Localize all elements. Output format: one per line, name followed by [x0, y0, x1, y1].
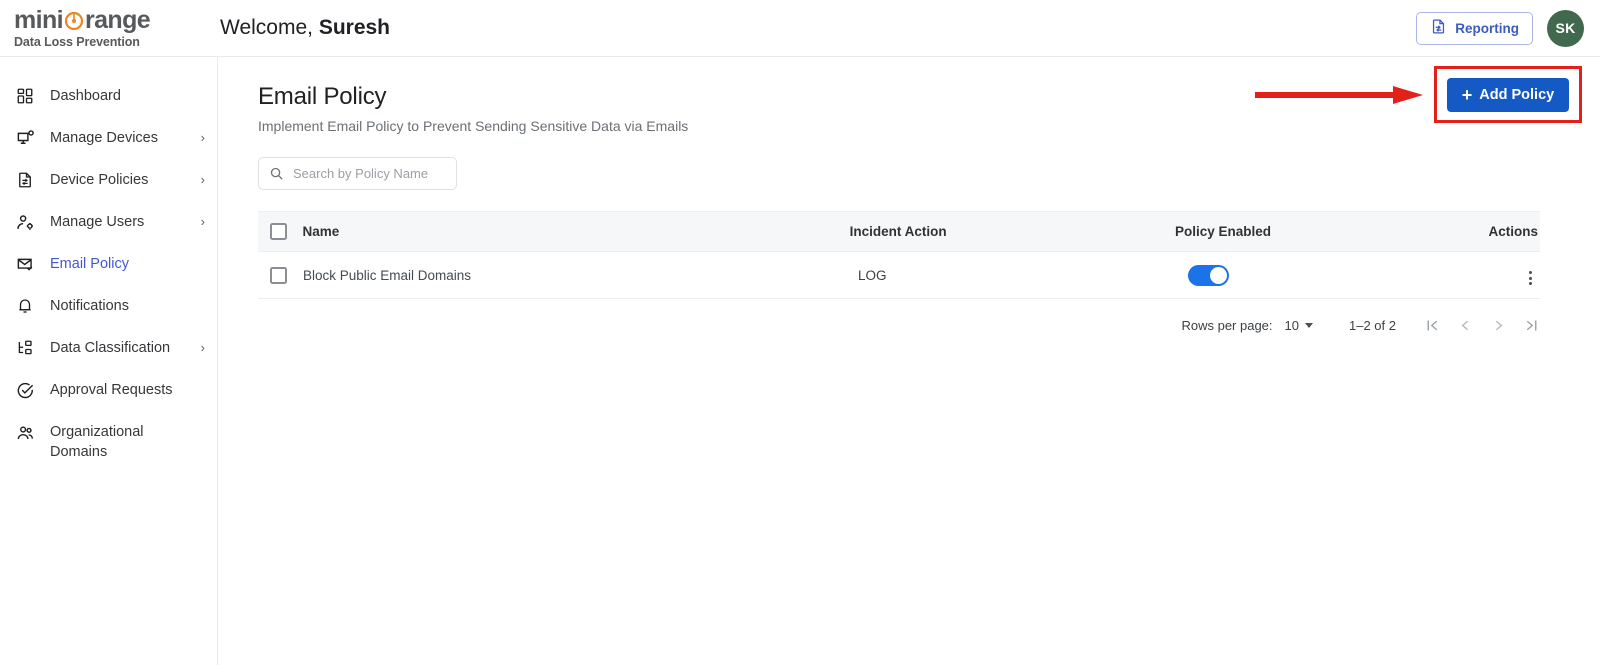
sidebar-item-label: Approval Requests	[50, 382, 173, 398]
monitor-device-icon	[14, 117, 36, 159]
column-header-name: Name	[302, 224, 340, 239]
sidebar-item-manage-devices[interactable]: Manage Devices ›	[0, 117, 217, 159]
first-page-icon[interactable]	[1424, 317, 1441, 334]
welcome-message: Welcome, Suresh	[220, 16, 390, 40]
table-row[interactable]: Block Public Email Domains LOG	[258, 252, 1540, 299]
avatar-initials: SK	[1555, 20, 1576, 36]
add-policy-label: Add Policy	[1479, 86, 1555, 103]
reporting-button[interactable]: Reporting	[1416, 11, 1533, 45]
envelope-check-icon	[14, 243, 36, 285]
policy-enabled-cell	[1188, 264, 1506, 286]
select-all-cell	[258, 223, 303, 240]
sidebar-item-label: Manage Devices	[50, 130, 158, 146]
brand-logo[interactable]: mini range Data Loss Prevention	[0, 0, 218, 57]
row-select-cell	[258, 266, 303, 284]
logo-word-pre: mini	[14, 5, 64, 34]
chevron-right-icon: ›	[200, 214, 205, 229]
policy-enabled-toggle[interactable]	[1188, 264, 1229, 286]
row-actions-cell	[1506, 261, 1540, 289]
document-policy-icon	[14, 159, 36, 201]
sidebar-item-label: Data Classification	[50, 340, 171, 356]
rows-per-page-select[interactable]: 10	[1285, 318, 1313, 333]
check-circle-icon	[14, 369, 36, 411]
table-header-row: Name Incident Action Policy Enabled Acti…	[258, 211, 1540, 252]
kebab-menu-icon[interactable]	[1523, 267, 1538, 289]
row-checkbox[interactable]	[270, 266, 287, 284]
column-header-actions: Actions	[1488, 224, 1539, 239]
next-page-icon[interactable]	[1490, 317, 1507, 334]
people-group-icon	[14, 411, 36, 455]
logo-subtitle: Data Loss Prevention	[14, 34, 140, 49]
column-header-policy-enabled: Policy Enabled	[1175, 224, 1272, 239]
sidebar-item-label: Manage Users	[50, 214, 145, 230]
sidebar-item-device-policies[interactable]: Device Policies ›	[0, 159, 217, 201]
bell-icon	[14, 285, 36, 327]
chevron-right-icon: ›	[200, 340, 205, 355]
sidebar-item-label: Email Policy	[50, 256, 129, 272]
report-document-icon	[1430, 18, 1447, 38]
sidebar-item-label: Notifications	[50, 298, 129, 314]
sidebar-item-approval-requests[interactable]: Approval Requests	[0, 369, 217, 411]
sidebar-item-notifications[interactable]: Notifications	[0, 285, 217, 327]
last-page-icon[interactable]	[1523, 317, 1540, 334]
chevron-right-icon: ›	[200, 172, 205, 187]
sidebar-item-manage-users[interactable]: Manage Users ›	[0, 201, 217, 243]
app-header: mini range Data Loss Prevention Welcome,…	[0, 0, 1600, 57]
annotation-highlight-box: + Add Policy	[1434, 66, 1582, 123]
search-box[interactable]	[258, 157, 469, 190]
pagination-range: 1–2 of 2	[1349, 317, 1396, 333]
page-subtitle: Implement Email Policy to Prevent Sendin…	[258, 118, 689, 134]
sidebar-item-label: Dashboard	[50, 88, 121, 104]
policy-incident-action: LOG	[858, 267, 887, 283]
welcome-username: Suresh	[318, 16, 391, 39]
sidebar-item-label: Organizational Domains	[50, 424, 144, 460]
orange-fruit-icon	[64, 10, 84, 31]
user-settings-icon	[14, 201, 36, 243]
sidebar-item-dashboard[interactable]: Dashboard	[0, 75, 217, 117]
pagination-buttons	[1424, 317, 1540, 334]
search-input[interactable]	[293, 166, 469, 181]
grid-dashboard-icon	[14, 75, 36, 117]
select-all-checkbox[interactable]	[270, 223, 287, 240]
logo-wordmark: mini range	[14, 5, 218, 34]
logo-word-post: range	[85, 5, 151, 34]
rows-per-page-value: 10	[1284, 317, 1299, 333]
plus-icon: +	[1461, 84, 1473, 105]
search-icon	[269, 166, 284, 181]
sidebar-item-data-classification[interactable]: Data Classification ›	[0, 327, 217, 369]
reporting-label: Reporting	[1455, 20, 1519, 36]
chevron-right-icon: ›	[200, 130, 205, 145]
welcome-prefix: Welcome,	[220, 16, 319, 39]
chevron-down-icon	[1305, 322, 1313, 328]
previous-page-icon[interactable]	[1457, 317, 1474, 334]
avatar[interactable]: SK	[1547, 9, 1584, 47]
policy-name[interactable]: Block Public Email Domains	[303, 268, 858, 283]
hierarchy-icon	[14, 327, 36, 369]
sidebar-item-label: Device Policies	[50, 172, 149, 188]
main-content: Email Policy Implement Email Policy to P…	[219, 57, 1600, 665]
sidebar-item-organizational-domains[interactable]: Organizational Domains	[0, 411, 217, 467]
sidebar-navigation: Dashboard Manage Devices › Device Polici…	[0, 57, 218, 665]
annotation-arrow	[1255, 86, 1423, 104]
rows-per-page-label: Rows per page:	[1181, 317, 1273, 333]
header-actions: Reporting SK	[1416, 9, 1600, 47]
column-header-incident-action: Incident Action	[849, 224, 947, 239]
sidebar-item-email-policy[interactable]: Email Policy	[0, 243, 217, 285]
add-policy-button[interactable]: + Add Policy	[1446, 77, 1570, 112]
pagination: Rows per page: 10 1–2 of 2	[258, 299, 1540, 351]
policy-table: Name Incident Action Policy Enabled Acti…	[258, 211, 1540, 299]
